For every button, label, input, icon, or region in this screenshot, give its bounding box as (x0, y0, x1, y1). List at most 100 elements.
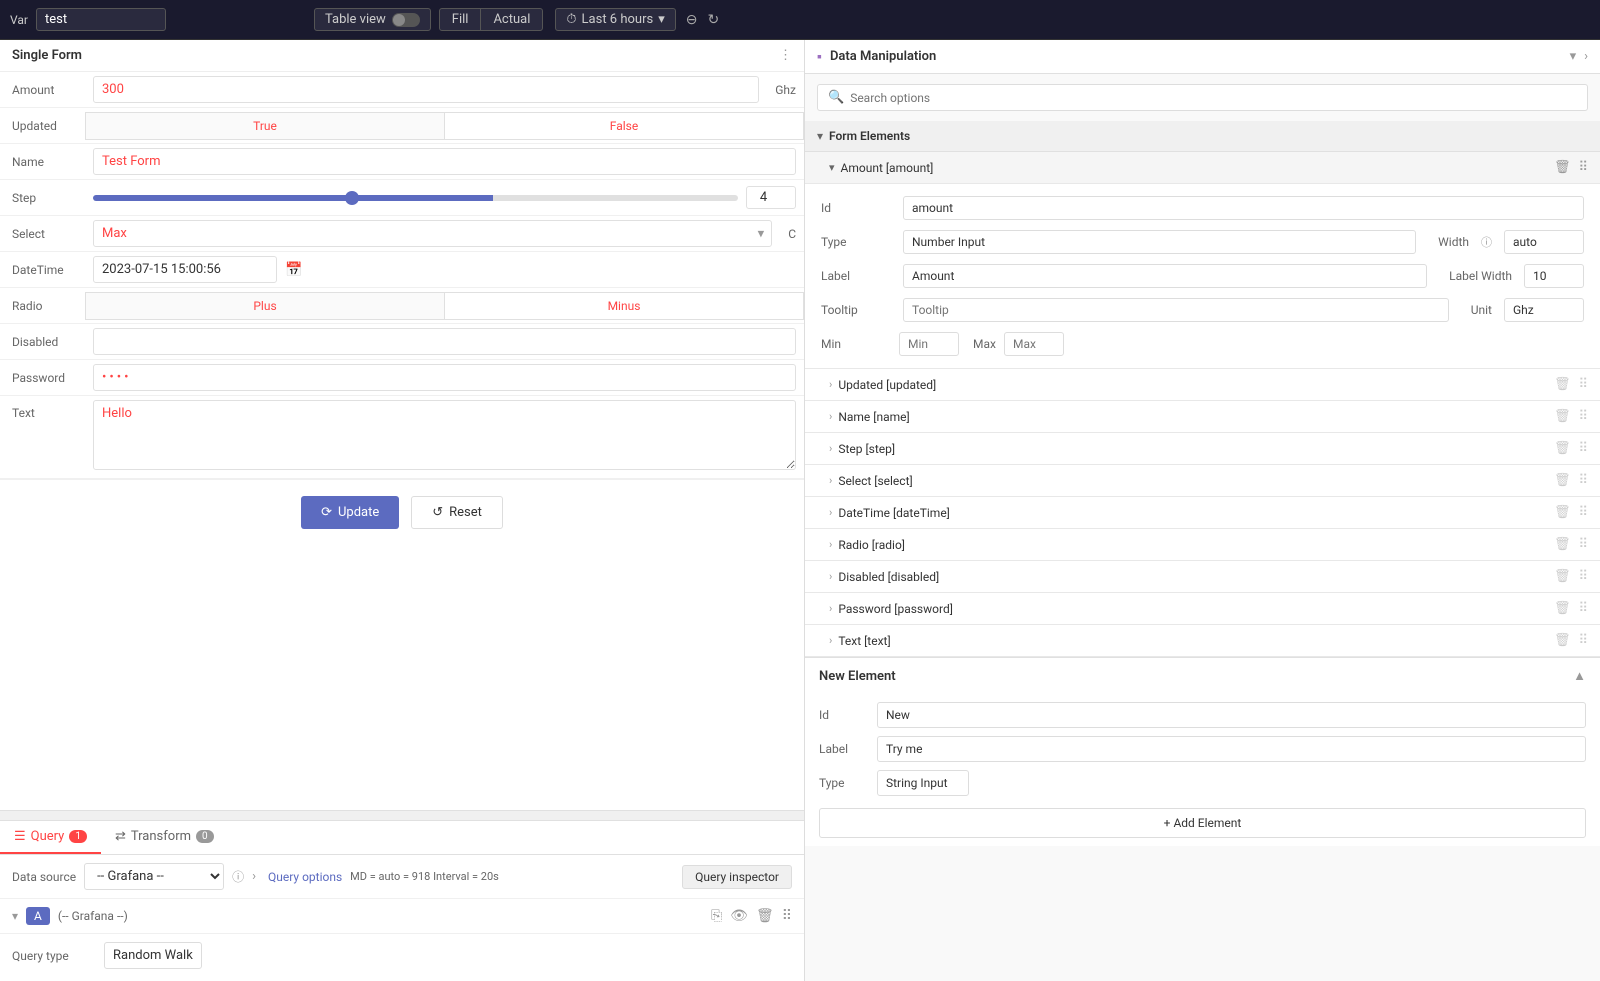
radio-element-label: Radio [radio] (838, 538, 1548, 552)
delete-disabled-icon[interactable]: 🗑 (1554, 569, 1571, 584)
section-chevron-icon[interactable]: ▾ (817, 129, 823, 143)
select-input[interactable]: Max Min Avg (93, 220, 772, 247)
updated-false-option[interactable]: False (444, 112, 804, 140)
tooltip-prop-input[interactable] (903, 298, 1449, 322)
step-slider[interactable] (93, 195, 738, 201)
query-inspector-button[interactable]: Query inspector (682, 865, 792, 889)
ne-label-input[interactable] (877, 736, 1586, 762)
label-prop-input[interactable] (903, 264, 1427, 288)
password-input[interactable] (93, 364, 796, 391)
delete-step-icon[interactable]: 🗑 (1554, 441, 1571, 456)
width-prop-input[interactable] (1504, 230, 1584, 254)
updated-chevron-icon[interactable]: › (829, 378, 832, 391)
drag-text-icon[interactable]: ⠿ (1578, 633, 1588, 648)
text-chevron-icon[interactable]: › (829, 634, 832, 647)
delete-amount-icon[interactable]: 🗑 (1554, 160, 1571, 175)
collapse-a-icon[interactable]: ▾ (12, 909, 18, 923)
type-prop-select[interactable]: Number Input String Input (903, 230, 1416, 254)
unit-prop-input[interactable] (1504, 298, 1584, 322)
radio-chevron-icon[interactable]: › (829, 538, 832, 551)
delete-name-icon[interactable]: 🗑 (1554, 409, 1571, 424)
drag-disabled-icon[interactable]: ⠿ (1578, 569, 1588, 584)
query-type-select[interactable]: Random Walk (104, 942, 202, 969)
name-element-item[interactable]: › Name [name] 🗑 ⠿ (805, 401, 1600, 433)
drag-step-icon[interactable]: ⠿ (1578, 441, 1588, 456)
query-badge: 1 (69, 830, 87, 843)
drag-amount-icon[interactable]: ⠿ (1578, 160, 1588, 175)
calendar-icon[interactable]: 📅 (285, 262, 302, 278)
info-icon[interactable]: ⓘ (232, 868, 244, 885)
text-textarea[interactable]: Hello (93, 400, 796, 470)
datasource-select[interactable]: -- Grafana -- (84, 863, 224, 890)
name-input[interactable] (93, 148, 796, 175)
drag-query-icon[interactable]: ⠿ (782, 908, 792, 924)
reset-button[interactable]: ↺ Reset (411, 496, 503, 529)
drag-datetime-icon[interactable]: ⠿ (1578, 505, 1588, 520)
delete-password-icon[interactable]: 🗑 (1554, 601, 1571, 616)
label-width-prop-input[interactable] (1524, 264, 1584, 288)
delete-updated-icon[interactable]: 🗑 (1554, 377, 1571, 392)
update-button[interactable]: ⟳ Update (301, 496, 399, 529)
amount-input[interactable] (93, 76, 759, 103)
password-element-actions: 🗑 ⠿ (1554, 601, 1588, 616)
delete-radio-icon[interactable]: 🗑 (1554, 537, 1571, 552)
radio-element-item[interactable]: › Radio [radio] 🗑 ⠿ (805, 529, 1600, 561)
add-element-button[interactable]: + Add Element (819, 808, 1586, 838)
step-element-item[interactable]: › Step [step] 🗑 ⠿ (805, 433, 1600, 465)
name-chevron-icon[interactable]: › (829, 410, 832, 423)
var-input[interactable] (36, 8, 166, 31)
select-element-item[interactable]: › Select [select] 🗑 ⠿ (805, 465, 1600, 497)
drag-select-icon[interactable]: ⠿ (1578, 473, 1588, 488)
radio-plus-option[interactable]: Plus (85, 292, 444, 320)
drag-updated-icon[interactable]: ⠿ (1578, 377, 1588, 392)
transform-tab[interactable]: ⇄ Transform 0 (101, 821, 228, 854)
query-tab[interactable]: ☰ Query 1 (0, 821, 101, 854)
id-prop-input[interactable] (903, 196, 1584, 220)
toggle-query-icon[interactable]: 👁 (730, 908, 748, 924)
right-arrow-icon[interactable]: › (1584, 49, 1588, 64)
zoom-out-icon[interactable]: ⊖ (686, 12, 698, 28)
collapse-right-icon[interactable]: ▾ (1570, 49, 1577, 64)
form-menu-icon[interactable]: ⋮ (779, 48, 792, 63)
query-options-link[interactable]: Query options (268, 870, 342, 884)
updated-element-label: Updated [updated] (838, 378, 1548, 392)
datetime-element-item[interactable]: › DateTime [dateTime] 🗑 ⠿ (805, 497, 1600, 529)
toggle-switch[interactable] (392, 13, 420, 27)
search-input[interactable] (850, 91, 1577, 105)
ne-id-input[interactable] (877, 702, 1586, 728)
disabled-element-item[interactable]: › Disabled [disabled] 🗑 ⠿ (805, 561, 1600, 593)
min-prop-input[interactable] (899, 332, 959, 356)
step-value-input[interactable] (746, 186, 796, 209)
max-prop-input[interactable] (1004, 332, 1064, 356)
drag-name-icon[interactable]: ⠿ (1578, 409, 1588, 424)
radio-minus-option[interactable]: Minus (444, 292, 804, 320)
time-range-selector[interactable]: ⏱ Last 6 hours ▾ (555, 8, 675, 31)
updated-element-item[interactable]: › Updated [updated] 🗑 ⠿ (805, 369, 1600, 401)
updated-true-option[interactable]: True (85, 112, 444, 140)
ne-type-select[interactable]: String Input Number Input Boolean DateTi… (877, 770, 969, 796)
delete-query-icon[interactable]: 🗑 (756, 908, 774, 924)
collapse-new-element-icon[interactable]: ▲ (1573, 668, 1586, 684)
drag-radio-icon[interactable]: ⠿ (1578, 537, 1588, 552)
datetime-chevron-icon[interactable]: › (829, 506, 832, 519)
step-chevron-icon[interactable]: › (829, 442, 832, 455)
delete-datetime-icon[interactable]: 🗑 (1554, 505, 1571, 520)
width-info-icon[interactable]: ⓘ (1481, 234, 1492, 250)
horizontal-scrollbar[interactable] (0, 810, 804, 820)
fill-button[interactable]: Fill (440, 9, 482, 30)
text-element-item[interactable]: › Text [text] 🗑 ⠿ (805, 625, 1600, 657)
delete-select-icon[interactable]: 🗑 (1554, 473, 1571, 488)
datetime-input[interactable] (93, 256, 277, 283)
select-chevron-icon[interactable]: › (829, 474, 832, 487)
actual-button[interactable]: Actual (481, 9, 542, 30)
password-element-item[interactable]: › Password [password] 🗑 ⠿ (805, 593, 1600, 625)
amount-chevron-icon[interactable]: ▾ (829, 161, 835, 174)
copy-query-icon[interactable]: ⎘ (711, 908, 722, 924)
drag-password-icon[interactable]: ⠿ (1578, 601, 1588, 616)
amount-element-actions: 🗑 ⠿ (1554, 160, 1588, 175)
delete-text-icon[interactable]: 🗑 (1554, 633, 1571, 648)
refresh-icon[interactable]: ↻ (707, 12, 719, 28)
password-chevron-icon[interactable]: › (829, 602, 832, 615)
disabled-chevron-icon[interactable]: › (829, 570, 832, 583)
table-view-toggle[interactable]: Table view (314, 8, 431, 31)
